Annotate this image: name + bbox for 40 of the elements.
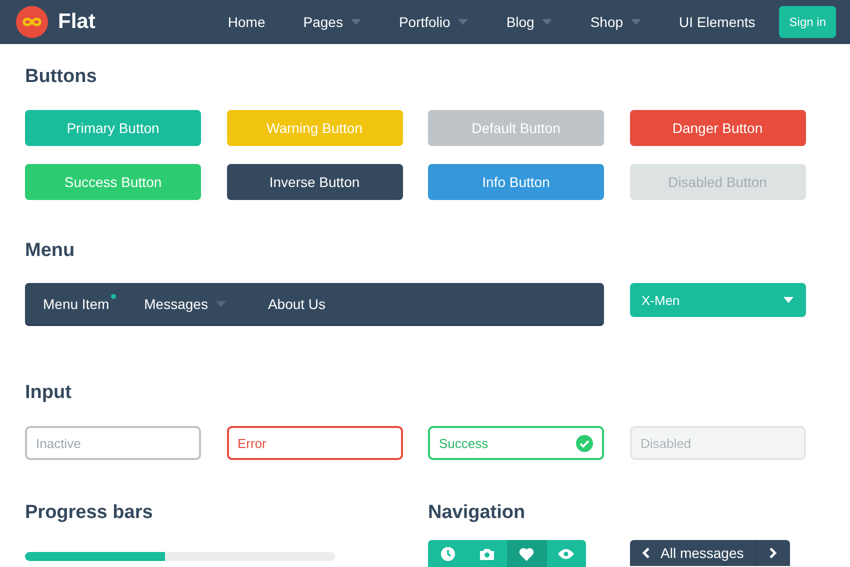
section-heading: Buttons bbox=[25, 66, 98, 88]
nav-link[interactable]: UI Elements bbox=[679, 14, 756, 30]
caret-icon bbox=[542, 18, 552, 24]
brand-name: Flat bbox=[58, 10, 96, 34]
section-heading: Navigation bbox=[428, 502, 526, 524]
icon-tab[interactable] bbox=[468, 540, 507, 567]
nav-link[interactable]: Home bbox=[228, 14, 266, 30]
nav-link[interactable]: Pages bbox=[303, 14, 361, 30]
camera-icon bbox=[480, 548, 494, 560]
nav-link[interactable]: Portfolio bbox=[398, 14, 468, 30]
clock-icon bbox=[440, 547, 455, 561]
all-messages-button[interactable]: All messages bbox=[630, 540, 757, 566]
heart-icon bbox=[519, 548, 534, 560]
nav-link[interactable]: Shop bbox=[590, 14, 642, 30]
section-heading: Input bbox=[25, 382, 72, 404]
nav-link[interactable]: Blog bbox=[506, 14, 552, 30]
icon-tab[interactable] bbox=[507, 540, 546, 567]
danger-button[interactable]: Danger Button bbox=[630, 110, 806, 146]
eye-icon bbox=[558, 549, 574, 559]
caret-icon bbox=[631, 18, 642, 24]
logo-icon bbox=[16, 6, 48, 38]
caret-icon bbox=[350, 18, 361, 24]
caret-icon bbox=[216, 300, 226, 306]
inverse-button[interactable]: Inverse Button bbox=[226, 164, 402, 200]
input-field[interactable]: Error bbox=[226, 426, 402, 460]
check-icon bbox=[576, 434, 593, 452]
icon-tab[interactable] bbox=[546, 540, 586, 567]
input-field[interactable]: Success bbox=[428, 426, 604, 460]
chevron-left-icon bbox=[642, 547, 650, 559]
input-field[interactable]: Inactive bbox=[25, 426, 201, 460]
icon-tab[interactable] bbox=[428, 540, 468, 567]
menu-item[interactable]: About Us bbox=[268, 296, 326, 312]
notification-dot bbox=[111, 294, 116, 298]
menu-item[interactable]: Menu Item bbox=[43, 296, 116, 312]
menu-item[interactable]: Messages bbox=[144, 296, 226, 312]
caret-icon bbox=[782, 297, 794, 303]
chevron-right-icon bbox=[769, 547, 778, 559]
caret-icon bbox=[458, 18, 468, 24]
section-heading: Progress bars bbox=[25, 502, 154, 524]
section-heading: Menu bbox=[25, 240, 76, 262]
